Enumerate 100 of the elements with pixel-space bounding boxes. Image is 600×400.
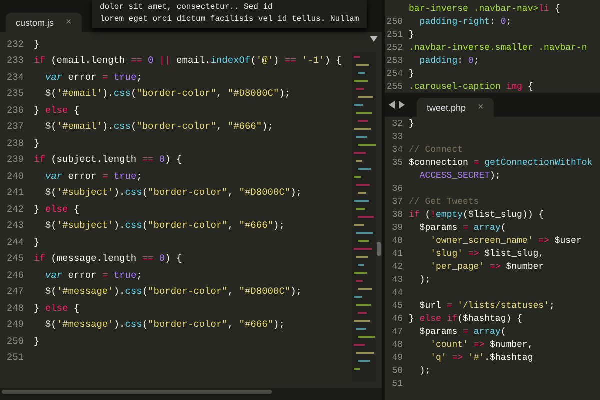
line-number: 39: [392, 222, 403, 232]
line-number: 255: [386, 82, 403, 92]
code-line: $('#subject').css("border-color", "#666");: [44, 220, 285, 232]
code-line: padding: 0;: [418, 56, 480, 66]
line-number: 32: [392, 118, 403, 128]
code-line: 'q' => '#'.$hashtag: [430, 352, 534, 362]
code-line: 'owner_screen_name' => $user: [430, 236, 582, 246]
line-number: 234: [6, 72, 24, 83]
line-number: 34: [392, 144, 403, 154]
code-line: }: [409, 118, 414, 128]
code-line: var error = true;: [44, 170, 142, 182]
code-line: } else if($hashtag) {: [409, 314, 522, 324]
code-line: var error = true;: [44, 270, 142, 281]
line-number: 244: [6, 236, 24, 248]
line-number: 41: [392, 248, 403, 258]
line-number: 254: [386, 68, 403, 78]
code-line: $params = array(: [418, 222, 506, 232]
line-number: 240: [6, 170, 24, 182]
code-line: $('#subject').css("border-color", "#D8000C");: [44, 187, 302, 198]
line-number: 44: [392, 288, 403, 298]
file-tab[interactable]: tweet.php ×: [417, 98, 494, 117]
code-line: if (message.length == 0) {: [34, 253, 182, 264]
line-number: 237: [6, 121, 24, 132]
code-line: }: [34, 38, 40, 50]
code-line: 'count' => $number,: [430, 340, 534, 350]
code-line: if (email.length == 0 || email.indexOf('@') == '-1') {: [34, 55, 342, 66]
code-line: } else {: [34, 302, 80, 314]
code-line: if (!empty($list_slug)) {: [409, 210, 544, 220]
line-number: 250: [386, 16, 403, 26]
line-number: 37: [392, 196, 403, 206]
dropdown-arrow-icon[interactable]: [370, 36, 378, 42]
line-number: 236: [6, 104, 24, 116]
code-line: }: [409, 30, 414, 40]
line-number: 239: [6, 154, 24, 166]
code-line: $url = '/lists/statuses';: [418, 300, 555, 310]
tab-label[interactable]: custom.js: [16, 18, 54, 28]
line-number: 38: [392, 210, 403, 220]
code-line: ACCESS_SECRET);: [418, 170, 501, 180]
line-number: 248: [6, 302, 24, 314]
code-line: 'slug' => $list_slug,: [430, 248, 544, 258]
file-tab[interactable]: custom.js ×: [6, 13, 82, 32]
code-line: $('#email').css("border-color", "#666");: [44, 121, 274, 132]
line-number: 40: [392, 236, 403, 246]
code-line: bar-inverse .navbar-nav>li {: [409, 4, 560, 14]
line-number: 245: [6, 253, 24, 264]
line-number: 35: [392, 158, 403, 168]
code-line: $connection = getConnectionWithTok: [409, 158, 593, 168]
line-number: 242: [6, 204, 24, 215]
right-arrow-icon[interactable]: [399, 101, 405, 109]
line-number: 250: [6, 336, 24, 347]
code-line: }: [34, 236, 40, 248]
line-number: 251: [6, 352, 24, 364]
code-line: }: [34, 336, 40, 347]
line-number: 232: [6, 38, 24, 50]
left-arrow-icon[interactable]: [389, 101, 395, 109]
tab-close-button[interactable]: ×: [66, 17, 72, 28]
line-number: 238: [6, 138, 24, 149]
line-number: 247: [6, 286, 24, 298]
code-line: $params = array(: [418, 326, 506, 336]
line-number: 50: [392, 366, 403, 376]
line-number: 252: [386, 42, 403, 52]
code-line: }: [409, 68, 414, 78]
line-number: 48: [392, 340, 403, 350]
scrollbar-thumb[interactable]: [2, 390, 272, 394]
code-line: padding-right: 0;: [418, 16, 512, 26]
code-line: );: [418, 366, 431, 376]
line-number: 246: [6, 270, 24, 281]
line-number: 235: [6, 88, 24, 100]
code-line: .carousel-caption img {: [409, 82, 534, 92]
code-line: $('#message').css("border-color", "#666");: [44, 319, 285, 330]
scrollbar-thumb[interactable]: [377, 242, 381, 256]
popup-text: dolor sit amet, consectetur.. Sed id: [100, 2, 274, 14]
code-line: if (subject.length == 0) {: [34, 154, 182, 166]
tab-close-button[interactable]: ×: [478, 102, 484, 113]
line-number: 33: [392, 132, 403, 142]
tab-label[interactable]: tweet.php: [427, 102, 466, 112]
code-line: $('#email').css("border-color", "#D8000C");: [44, 88, 291, 100]
line-number: 36: [392, 184, 403, 194]
minimap-drawing[interactable]: [352, 52, 376, 382]
code-line: 'per_page' => $number: [430, 262, 544, 272]
line-number: 51: [392, 378, 403, 388]
code-line: );: [418, 274, 431, 284]
line-number: 45: [392, 300, 403, 310]
line-number: 243: [6, 220, 24, 232]
line-number: 49: [392, 352, 403, 362]
code-line: // Connect: [409, 144, 464, 154]
popup-text: lorem eget orci dictum facilisis vel id tellus. Nullam: [100, 14, 360, 26]
line-number: 42: [392, 262, 403, 272]
line-number: 241: [6, 187, 24, 198]
line-number: 47: [392, 326, 403, 336]
line-number: 249: [6, 319, 24, 330]
code-line: // Get Tweets: [409, 196, 480, 206]
code-line: }: [34, 138, 40, 149]
line-number: 253: [386, 56, 403, 66]
code-line: .navbar-inverse.smaller .navbar-n: [409, 42, 588, 52]
code-line: } else {: [34, 104, 80, 116]
code-line: var error = true;: [44, 72, 142, 83]
line-number: 251: [386, 30, 403, 40]
line-number: 233: [6, 55, 24, 66]
code-line: $('#message').css("border-color", "#D8000C");: [44, 286, 302, 298]
